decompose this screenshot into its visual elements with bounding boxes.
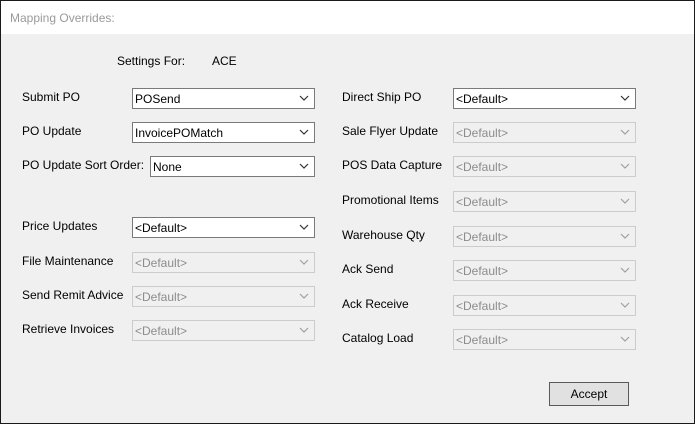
submit-po-value: POSend [135,92,181,106]
retrieve-invoices-value: <Default> [135,324,188,338]
submit-po-label: Submit PO [22,90,81,104]
catalog-load-label: Catalog Load [342,331,414,345]
chevron-down-icon [620,95,630,101]
chevron-down-icon [299,224,309,230]
chevron-down-icon [620,233,630,239]
chevron-down-icon [299,327,309,333]
file-maintenance-dropdown[interactable]: <Default> [132,252,315,273]
price-updates-value: <Default> [135,221,188,235]
chevron-down-icon [620,336,630,342]
catalog-load-value: <Default> [456,333,509,347]
po-update-sort-order-dropdown[interactable]: None [150,156,315,177]
chevron-down-icon [299,95,309,101]
ack-receive-value: <Default> [456,299,509,313]
direct-ship-po-dropdown[interactable]: <Default> [453,88,636,109]
warehouse-qty-label: Warehouse Qty [342,228,425,242]
ack-send-dropdown[interactable]: <Default> [453,260,636,281]
mapping-overrides-dialog: Mapping Overrides: Settings For: ACE Sub… [0,0,695,424]
po-update-label: PO Update [22,124,82,138]
settings-for-value: ACE [212,54,237,68]
po-update-sort-order-label: PO Update Sort Order: [22,158,145,172]
pos-data-capture-value: <Default> [456,160,509,174]
retrieve-invoices-dropdown[interactable]: <Default> [132,320,315,341]
submit-po-dropdown[interactable]: POSend [132,88,315,109]
chevron-down-icon [620,302,630,308]
sale-flyer-update-dropdown[interactable]: <Default> [453,122,636,143]
chevron-down-icon [620,267,630,273]
settings-for-label: Settings For: [117,54,186,68]
chevron-down-icon [620,163,630,169]
chevron-down-icon [620,198,630,204]
ack-receive-dropdown[interactable]: <Default> [453,295,636,316]
ack-send-value: <Default> [456,264,509,278]
title-bar: Mapping Overrides: [1,1,694,34]
chevron-down-icon [299,259,309,265]
ack-send-label: Ack Send [342,262,394,276]
send-remit-advice-dropdown[interactable]: <Default> [132,286,315,307]
pos-data-capture-label: POS Data Capture [342,158,443,172]
warehouse-qty-dropdown[interactable]: <Default> [453,226,636,247]
po-update-dropdown[interactable]: InvoicePOMatch [132,122,315,143]
file-maintenance-label: File Maintenance [22,254,114,268]
sale-flyer-update-value: <Default> [456,126,509,140]
ack-receive-label: Ack Receive [342,297,409,311]
retrieve-invoices-label: Retrieve Invoices [22,322,115,336]
send-remit-advice-label: Send Remit Advice [22,288,124,302]
promotional-items-value: <Default> [456,195,509,209]
promotional-items-dropdown[interactable]: <Default> [453,191,636,212]
chevron-down-icon [299,163,309,169]
pos-data-capture-dropdown[interactable]: <Default> [453,156,636,177]
window-title: Mapping Overrides: [10,11,115,25]
direct-ship-po-label: Direct Ship PO [342,90,422,104]
direct-ship-po-value: <Default> [456,92,509,106]
accept-button[interactable]: Accept [549,382,629,406]
chevron-down-icon [299,129,309,135]
price-updates-label: Price Updates [22,219,98,233]
promotional-items-label: Promotional Items [342,193,439,207]
chevron-down-icon [299,293,309,299]
sale-flyer-update-label: Sale Flyer Update [342,124,439,138]
warehouse-qty-value: <Default> [456,230,509,244]
price-updates-dropdown[interactable]: <Default> [132,217,315,238]
chevron-down-icon [620,129,630,135]
po-update-value: InvoicePOMatch [135,126,224,140]
file-maintenance-value: <Default> [135,256,188,270]
send-remit-advice-value: <Default> [135,290,188,304]
po-update-sort-order-value: None [153,160,182,174]
catalog-load-dropdown[interactable]: <Default> [453,329,636,350]
